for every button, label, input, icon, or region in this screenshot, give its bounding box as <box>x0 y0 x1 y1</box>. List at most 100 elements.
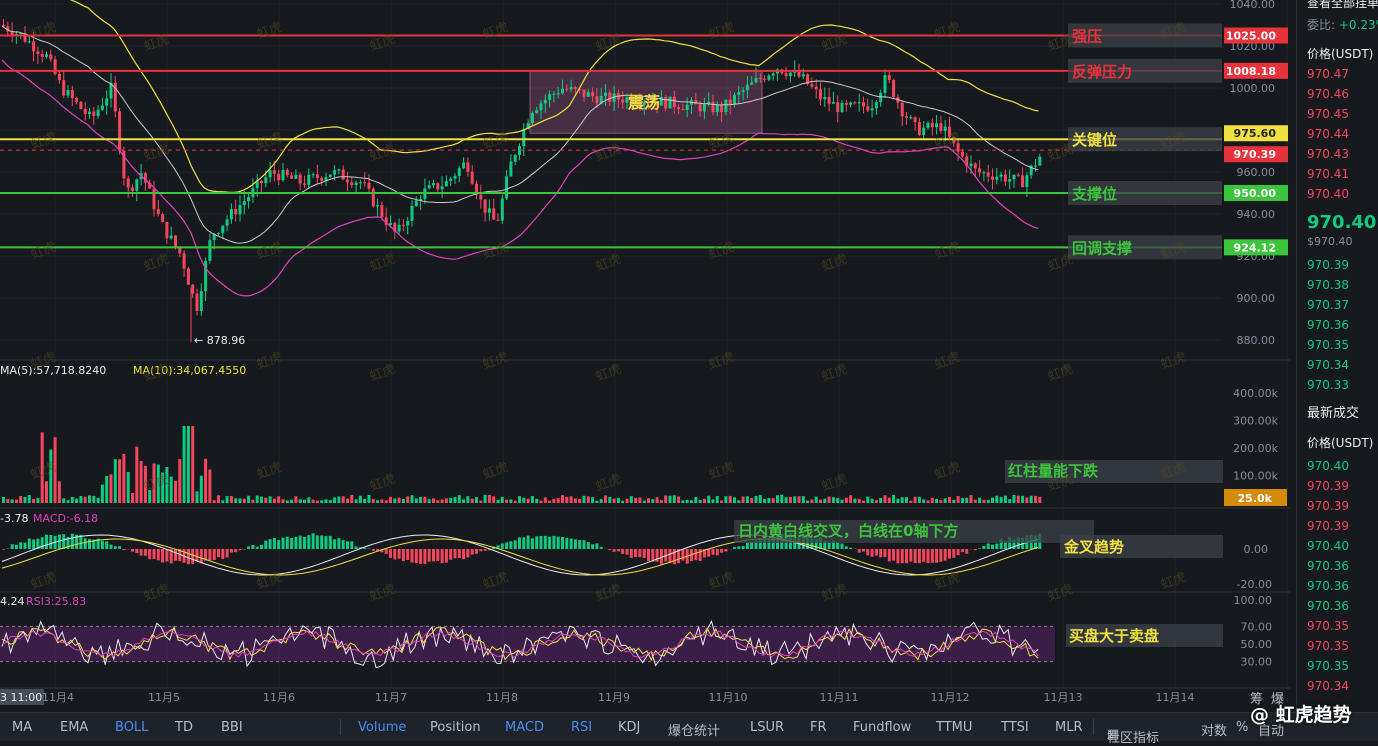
candle-body <box>45 54 48 56</box>
candle-body <box>1038 157 1041 166</box>
volume-bar <box>759 495 762 503</box>
kline-chart[interactable]: MA(5):57,718.8240MA(10):34,067.4550400.0… <box>0 0 1290 712</box>
volume-bar <box>613 499 616 503</box>
indicator-tab-ttmu[interactable]: TTMU <box>936 720 972 735</box>
macd-bar <box>884 549 887 557</box>
volume-bar <box>380 499 383 503</box>
volume-bar <box>961 498 964 503</box>
macd-bar <box>251 545 254 549</box>
volume-bar <box>183 426 186 503</box>
rsi-legend-b: RSI3:25.83 <box>26 595 86 608</box>
macd-bar <box>879 549 882 557</box>
indicator-tab-ema[interactable]: EMA <box>60 720 88 735</box>
indicator-tab-fundflow[interactable]: Fundflow <box>853 720 911 735</box>
ask-price: 970.40 <box>1307 187 1349 201</box>
volume-bar <box>454 497 457 503</box>
volume-bar <box>604 495 607 503</box>
price-tick: 960.00 <box>1237 166 1276 179</box>
indicator-tab-ttsi[interactable]: TTSI <box>1001 720 1029 735</box>
volume-bar <box>836 498 839 503</box>
indicator-tab-rsi[interactable]: RSI <box>571 720 592 735</box>
candle-body <box>832 102 835 104</box>
volume-bar <box>114 459 117 503</box>
indicator-tab-volume[interactable]: Volume <box>358 720 406 735</box>
candle-body <box>105 98 108 105</box>
macd-bar <box>187 549 190 564</box>
candle-body <box>183 253 186 268</box>
macd-bar <box>415 549 418 563</box>
candle-body <box>329 175 332 178</box>
volume-bar <box>226 496 229 503</box>
macd-bar <box>428 549 431 562</box>
volume-bar <box>901 497 904 503</box>
indicator-tab-mlr[interactable]: MLR <box>1055 720 1083 735</box>
volume-bar <box>935 499 938 503</box>
indicator-tab-position[interactable]: Position <box>430 720 481 735</box>
volume-bar <box>131 493 134 503</box>
price-badge-label: 924.12 <box>1234 241 1276 254</box>
volume-bar <box>548 501 551 503</box>
chart-tool-筹[interactable]: 筹 <box>1250 688 1263 707</box>
indicator-tab-kdj[interactable]: KDJ <box>618 720 640 735</box>
macd-bar <box>935 549 938 563</box>
indicator-tab-macd[interactable]: MACD <box>505 720 544 735</box>
macd-bar <box>445 549 448 563</box>
macd-bar <box>565 538 568 549</box>
volume-bar <box>501 497 504 503</box>
candlestick-series <box>2 19 1041 342</box>
trades-title[interactable]: 最新成交 <box>1307 402 1359 421</box>
log-toggle[interactable]: 对数 <box>1201 720 1227 739</box>
candle-body <box>157 209 160 214</box>
indicator-tab-ma[interactable]: MA <box>12 720 32 735</box>
volume-bar <box>376 500 379 503</box>
indicator-tab-爆仓统计[interactable]: 爆仓统计 <box>668 720 720 739</box>
price-badge-label: 975.60 <box>1234 127 1277 140</box>
candle-body <box>927 123 930 128</box>
macd-bar <box>957 549 960 555</box>
candle-body <box>935 123 938 127</box>
macd-bar <box>19 542 22 549</box>
last-price: 970.40 <box>1307 212 1376 233</box>
percent-toggle[interactable]: % <box>1236 720 1248 735</box>
order-book-title[interactable]: 查看全部挂单 <box>1307 0 1378 11</box>
candle-body <box>376 205 379 206</box>
macd-bar <box>118 546 121 549</box>
candle-body <box>350 182 353 185</box>
volume-bar <box>987 500 990 503</box>
indicator-tab-boll[interactable]: BOLL <box>115 720 148 735</box>
candle-body <box>845 103 848 105</box>
candle-body <box>316 174 319 178</box>
volume-bar <box>462 500 465 503</box>
candle-body <box>28 41 31 42</box>
indicator-tab-bbi[interactable]: BBI <box>221 720 243 735</box>
indicator-tab-lsur[interactable]: LSUR <box>750 720 784 735</box>
level-label: 回调支撑 <box>1072 239 1132 257</box>
bid-price: 970.38 <box>1307 278 1349 292</box>
volume-bar <box>256 496 259 503</box>
volume-bar <box>398 498 401 503</box>
candle-body <box>677 107 680 109</box>
macd-bar <box>570 539 573 549</box>
volume-bar <box>729 496 732 503</box>
indicator-tab-td[interactable]: TD <box>175 720 193 735</box>
volume-bar <box>785 497 788 503</box>
macd-bar <box>11 544 14 549</box>
candle-body <box>755 78 758 82</box>
indicator-tab-fr[interactable]: FR <box>810 720 827 735</box>
candle-body <box>974 164 977 169</box>
macd-bar <box>269 539 272 549</box>
volume-bar <box>475 497 478 503</box>
volume-bar <box>471 499 474 503</box>
macd-bar <box>157 549 160 560</box>
macd-bar <box>514 540 517 549</box>
macd-bar <box>260 545 263 549</box>
candle-body <box>888 75 891 80</box>
macd-bar <box>441 549 444 563</box>
macd-bar <box>561 537 564 549</box>
candle-body <box>32 41 35 51</box>
candle-body <box>587 92 590 96</box>
candle-body <box>260 181 263 183</box>
candle-body <box>970 164 973 167</box>
chart-tool-爆[interactable]: 爆 <box>1271 688 1284 707</box>
candle-body <box>871 108 874 110</box>
